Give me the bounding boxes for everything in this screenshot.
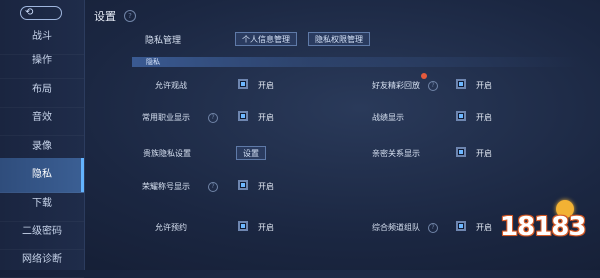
help-icon[interactable]: ?	[124, 10, 136, 22]
common-role-display-label: 常用职业显示	[142, 113, 190, 122]
common-role-display-checkbox[interactable]	[238, 111, 248, 121]
check-mark-icon	[241, 114, 245, 118]
page-title: 设置	[94, 10, 116, 23]
intimacy-display-label: 亲密关系显示	[372, 149, 420, 158]
sidebar: ⟲ 战斗 操作 布局 音效 录像 隐私 下载 二级密码 网络诊断	[0, 0, 85, 278]
record-display-on-text: 开启	[476, 113, 492, 122]
check-mark-icon	[459, 82, 463, 86]
record-display-checkbox[interactable]	[456, 111, 466, 121]
help-icon[interactable]: ?	[208, 113, 218, 123]
check-mark-icon	[459, 114, 463, 118]
help-icon[interactable]: ?	[208, 182, 218, 192]
privacy-permission-management-button[interactable]: 隐私权限管理	[308, 32, 370, 46]
privacy-section-header: 隐私	[132, 57, 582, 67]
allow-reservation-label: 允许预约	[155, 223, 187, 232]
check-mark-icon	[241, 183, 245, 187]
intimacy-display-on-text: 开启	[476, 149, 492, 158]
noble-privacy-settings-label: 贵族隐私设置	[143, 149, 191, 158]
allow-spectate-on-text: 开启	[258, 81, 274, 90]
back-button[interactable]: ⟲	[20, 6, 62, 20]
general-channel-team-on-text: 开启	[476, 223, 492, 232]
check-mark-icon	[459, 224, 463, 228]
check-mark-icon	[241, 82, 245, 86]
allow-reservation-checkbox[interactable]	[238, 221, 248, 231]
allow-spectate-checkbox[interactable]	[238, 79, 248, 89]
intimacy-display-checkbox[interactable]	[456, 147, 466, 157]
glory-title-display-checkbox[interactable]	[238, 180, 248, 190]
help-icon[interactable]: ?	[428, 81, 438, 91]
personal-info-management-button[interactable]: 个人信息管理	[235, 32, 297, 46]
watermark-logo: 18183	[500, 212, 586, 242]
privacy-management-label: 隐私管理	[145, 36, 182, 46]
help-icon[interactable]: ?	[428, 223, 438, 233]
friend-highlight-replay-label: 好友精彩回放	[372, 81, 420, 90]
glory-title-display-on-text: 开启	[258, 182, 274, 191]
new-badge	[421, 73, 427, 79]
sidebar-item-network-diagnosis[interactable]: 网络诊断	[0, 243, 84, 278]
glory-title-display-label: 荣耀称号显示	[142, 182, 190, 191]
allow-reservation-on-text: 开启	[258, 223, 274, 232]
friend-highlight-replay-checkbox[interactable]	[456, 79, 466, 89]
general-channel-team-checkbox[interactable]	[456, 221, 466, 231]
check-mark-icon	[459, 150, 463, 154]
check-mark-icon	[241, 224, 245, 228]
friend-highlight-replay-on-text: 开启	[476, 81, 492, 90]
record-display-label: 战绩显示	[372, 113, 404, 122]
general-channel-team-label: 综合频道组队	[372, 223, 420, 232]
allow-spectate-label: 允许观战	[155, 81, 187, 90]
noble-privacy-settings-button[interactable]: 设置	[236, 146, 266, 160]
common-role-display-on-text: 开启	[258, 113, 274, 122]
